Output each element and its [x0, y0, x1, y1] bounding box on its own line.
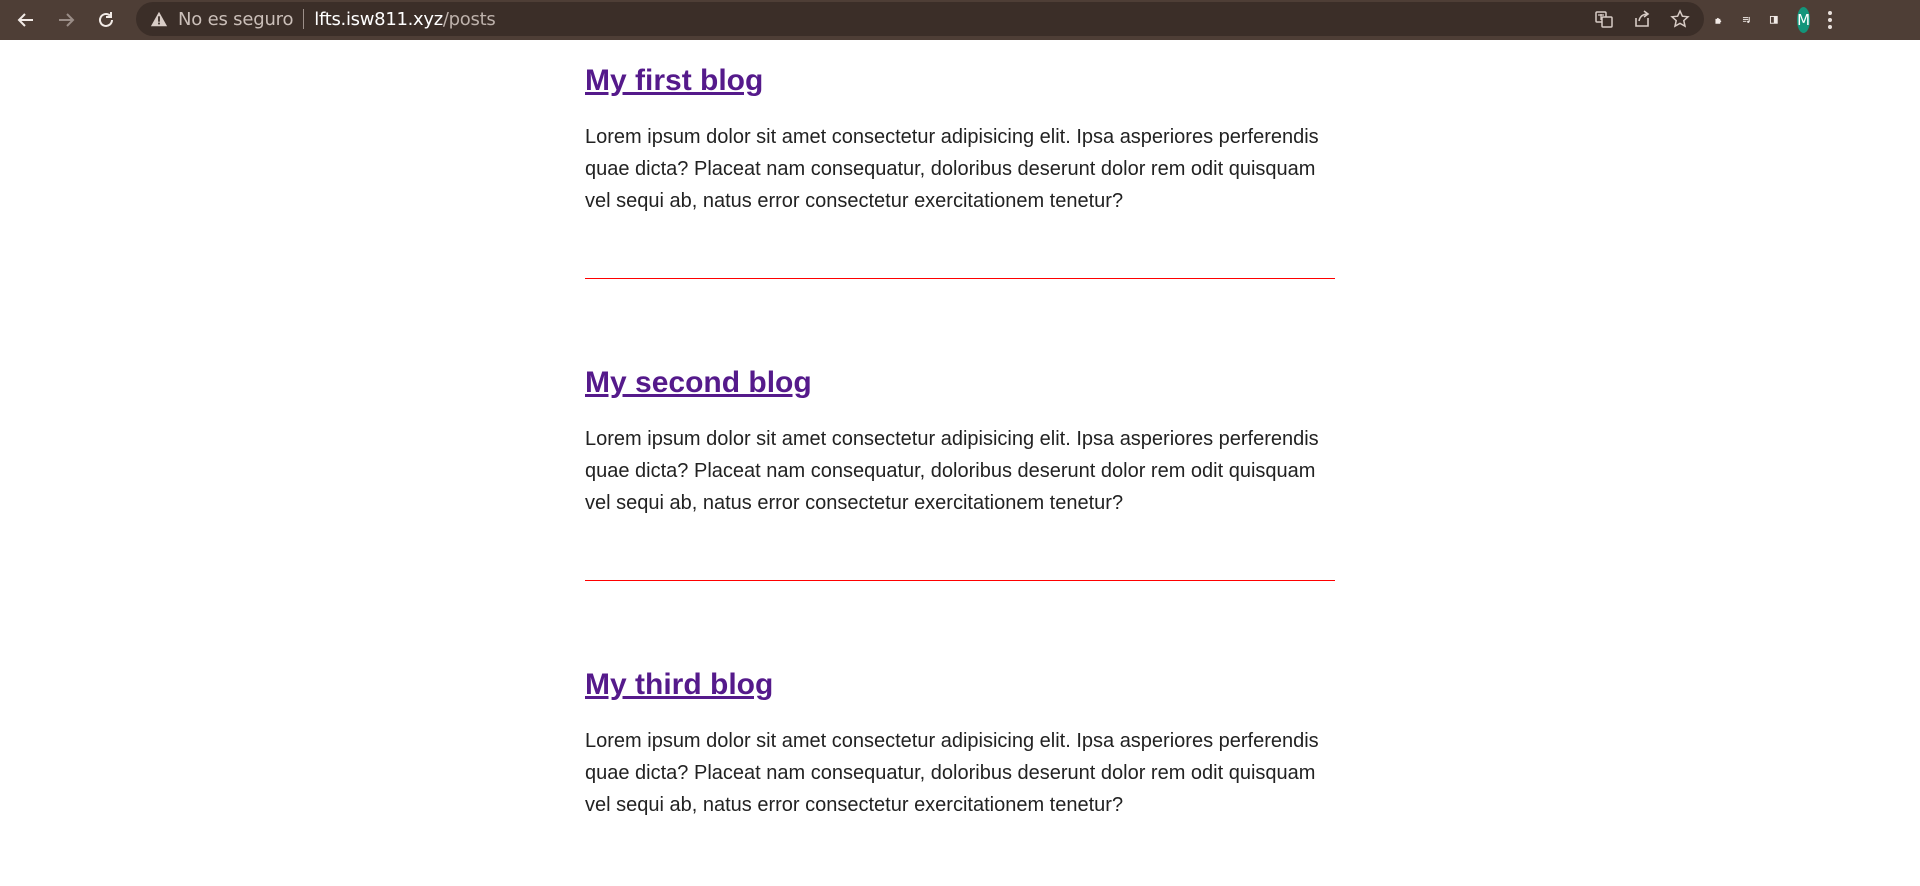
post-divider: [585, 580, 1335, 581]
reading-list-icon[interactable]: [1742, 15, 1752, 25]
profile-avatar[interactable]: M: [1797, 7, 1811, 33]
post-body: Lorem ipsum dolor sit amet consectetur a…: [585, 428, 1319, 514]
post-title: My first blog: [585, 63, 1335, 99]
warning-icon[interactable]: [150, 10, 168, 28]
blog-post: My second blog Lorem ipsum dolor sit ame…: [585, 365, 1335, 581]
menu-icon[interactable]: [1828, 11, 1833, 29]
blog-post: My third blog Lorem ipsum dolor sit amet…: [585, 667, 1335, 821]
post-divider: [585, 278, 1335, 279]
reload-button[interactable]: [86, 0, 126, 40]
share-icon[interactable]: [1632, 9, 1652, 29]
post-body: Lorem ipsum dolor sit amet consectetur a…: [585, 730, 1319, 816]
side-panel-icon[interactable]: [1769, 15, 1779, 25]
forward-icon: [59, 13, 75, 27]
forward-button[interactable]: [46, 0, 86, 40]
posts-container: My first blog Lorem ipsum dolor sit amet…: [585, 40, 1335, 821]
blog-post: My first blog Lorem ipsum dolor sit amet…: [585, 63, 1335, 279]
address-bar[interactable]: No es seguro lfts.isw811.xyz/posts: [136, 2, 1704, 36]
url-host[interactable]: lfts.isw811.xyz: [314, 9, 443, 30]
extensions-icon[interactable]: [1714, 15, 1724, 25]
back-icon: [17, 13, 33, 27]
post-title-link[interactable]: My second blog: [585, 366, 812, 399]
post-body: Lorem ipsum dolor sit amet consectetur a…: [585, 126, 1319, 212]
post-title: My third blog: [585, 667, 1335, 703]
security-status[interactable]: No es seguro: [178, 9, 293, 30]
back-button[interactable]: [6, 0, 46, 40]
star-icon[interactable]: [1670, 9, 1690, 29]
url-path[interactable]: /posts: [443, 9, 496, 30]
translate-icon[interactable]: [1594, 9, 1614, 29]
address-separator: [303, 9, 305, 29]
post-title-link[interactable]: My third blog: [585, 668, 773, 701]
reload-icon: [99, 12, 113, 27]
browser-toolbar: No es seguro lfts.isw811.xyz/posts M: [0, 0, 1920, 40]
post-title: My second blog: [585, 365, 1335, 401]
post-title-link[interactable]: My first blog: [585, 64, 763, 97]
